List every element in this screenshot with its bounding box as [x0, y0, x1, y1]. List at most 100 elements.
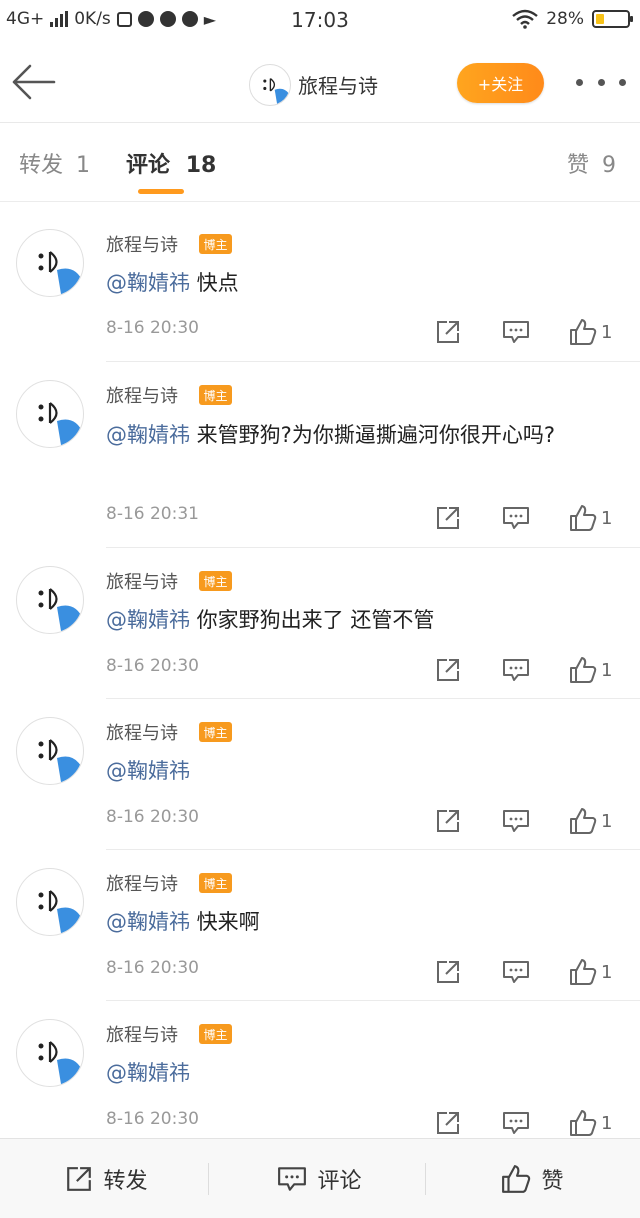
comment-time: 8-16 20:30 [106, 807, 199, 827]
nav-bar: 旅程与诗 +关注 [0, 44, 640, 123]
bottom-like-label: 赞 [541, 1168, 564, 1194]
bottom-action-bar: 转发 评论 赞 [0, 1138, 640, 1218]
author-badge: 博主 [199, 385, 232, 405]
like-action[interactable]: 1 [569, 1108, 612, 1138]
like-action[interactable]: 1 [569, 317, 612, 347]
avatar[interactable] [16, 229, 84, 297]
like-count: 1 [601, 1112, 613, 1134]
comment-time: 8-16 20:30 [106, 1109, 199, 1129]
comment-author[interactable]: 旅程与诗 [106, 870, 178, 896]
doodle-face-icon [38, 890, 83, 933]
status-bar: 4G+ 0K/s ► 17:03 28% [0, 0, 640, 44]
author-badge: 博主 [199, 571, 232, 591]
comment-time: 8-16 20:30 [106, 958, 199, 978]
comment-icon [503, 507, 529, 529]
like-count: 1 [601, 810, 613, 832]
repost-action[interactable] [435, 503, 461, 533]
mention-link[interactable]: @鞠婧祎 [106, 608, 190, 632]
battery-fill [596, 14, 604, 24]
tab-active-indicator [138, 189, 184, 194]
avatar[interactable] [16, 1019, 84, 1087]
mention-link[interactable]: @鞠婧祎 [106, 271, 190, 295]
comment-author[interactable]: 旅程与诗 [106, 568, 178, 594]
avatar[interactable] [16, 868, 84, 936]
bottom-like-button[interactable]: 赞 [426, 1139, 639, 1218]
doodle-face-icon [38, 739, 83, 782]
doodle-face-icon [38, 588, 83, 631]
follow-button[interactable]: +关注 [457, 63, 544, 103]
comment-text: @鞠婧祎 快来啊 [106, 907, 626, 937]
bottom-repost-button[interactable]: 转发 [0, 1139, 213, 1218]
avatar[interactable] [16, 380, 84, 448]
comment-item: 旅程与诗 博主 @鞠婧祎 8-16 20:30 1 [0, 699, 640, 850]
comment-item: 旅程与诗 博主 @鞠婧祎 8-16 20:30 1 [0, 1001, 640, 1141]
reply-action[interactable] [502, 957, 530, 987]
back-button[interactable] [10, 62, 56, 102]
comment-author[interactable]: 旅程与诗 [106, 231, 178, 257]
repost-action[interactable] [435, 317, 461, 347]
share-icon [437, 810, 459, 832]
wifi-icon [512, 9, 538, 29]
thumbs-up-icon [570, 808, 597, 834]
avatar[interactable] [16, 717, 84, 785]
tab-comment-count: 18 [185, 153, 217, 178]
mention-link[interactable]: @鞠婧祎 [106, 910, 190, 934]
tab-comment[interactable]: 评论 18 [126, 147, 216, 179]
like-count: 1 [601, 507, 613, 529]
more-menu-icon[interactable] [576, 74, 626, 90]
comment-icon [503, 961, 529, 983]
tab-repost[interactable]: 转发 1 [19, 147, 90, 179]
reply-action[interactable] [502, 317, 530, 347]
thumbs-up-icon [570, 319, 597, 345]
mention-link[interactable]: @鞠婧祎 [106, 423, 190, 447]
arrow-left-icon [12, 64, 56, 100]
repost-action[interactable] [435, 957, 461, 987]
comment-time: 8-16 20:30 [106, 318, 199, 338]
like-action[interactable]: 1 [569, 957, 612, 987]
header-avatar[interactable] [249, 64, 291, 106]
bottom-repost-label: 转发 [103, 1168, 148, 1194]
repost-action[interactable] [435, 655, 461, 685]
thumbs-up-icon [570, 1110, 597, 1136]
thumbs-up-icon [570, 657, 597, 683]
share-icon [437, 507, 459, 529]
comment-icon [503, 659, 529, 681]
mention-link[interactable]: @鞠婧祎 [106, 1061, 190, 1085]
reply-action[interactable] [502, 806, 530, 836]
comment-author[interactable]: 旅程与诗 [106, 719, 178, 745]
share-icon [437, 1112, 459, 1134]
comment-text: @鞠婧祎 [106, 1058, 626, 1088]
page-title: 旅程与诗 [298, 74, 378, 98]
thumbs-up-icon [570, 505, 597, 531]
bottom-comment-label: 评论 [317, 1168, 362, 1194]
bottom-comment-button[interactable]: 评论 [213, 1139, 426, 1218]
tab-like-label: 赞 [566, 153, 589, 178]
battery-percent: 28% [546, 9, 584, 29]
comment-author[interactable]: 旅程与诗 [106, 382, 178, 408]
reply-action[interactable] [502, 503, 530, 533]
repost-action[interactable] [435, 1108, 461, 1138]
thumbs-up-icon [502, 1164, 531, 1193]
comment-item: 旅程与诗 博主 @鞠婧祎 来管野狗?为你撕逼撕遍河你很开心吗? 8-16 20:… [0, 362, 640, 548]
doodle-face-icon [38, 1041, 83, 1084]
repost-action[interactable] [435, 806, 461, 836]
mention-link[interactable]: @鞠婧祎 [106, 759, 190, 783]
comment-text: @鞠婧祎 来管野狗?为你撕逼撕遍河你很开心吗? [106, 420, 626, 450]
comment-icon [503, 810, 529, 832]
reply-action[interactable] [502, 1108, 530, 1138]
comment-author[interactable]: 旅程与诗 [106, 1021, 178, 1047]
doodle-face-icon [263, 78, 290, 105]
comment-item: 旅程与诗 博主 @鞠婧祎 你家野狗出来了 还管不管 8-16 20:30 1 [0, 548, 640, 699]
share-icon [437, 659, 459, 681]
comment-item: 旅程与诗 博主 @鞠婧祎 快点 8-16 20:30 1 [0, 202, 640, 362]
tab-like[interactable]: 赞 9 [567, 147, 616, 179]
doodle-face-icon [38, 251, 83, 294]
like-action[interactable]: 1 [569, 806, 612, 836]
comment-icon [278, 1166, 307, 1191]
tab-comment-label: 评论 [126, 153, 171, 178]
reply-action[interactable] [502, 655, 530, 685]
avatar[interactable] [16, 566, 84, 634]
like-action[interactable]: 1 [569, 503, 612, 533]
like-action[interactable]: 1 [569, 655, 612, 685]
comment-body: 快来啊 [190, 910, 260, 934]
